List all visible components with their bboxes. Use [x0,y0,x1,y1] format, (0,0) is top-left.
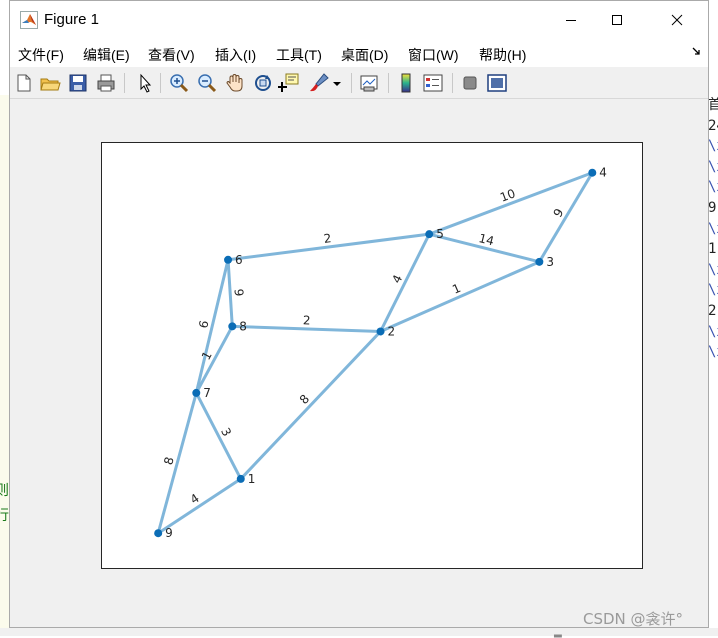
node-label: 4 [599,166,607,180]
background-text-fragment: \x [708,158,718,175]
graph-edge [194,325,234,394]
graph-nodes: 1 2 3 4 5 6 7 8 9 [154,166,607,540]
background-text-fragment: 24 [708,117,718,134]
node-label: 8 [239,319,247,333]
edge-weight-label: 6 [196,319,211,330]
background-text-fragment: 2 [708,302,717,319]
background-bottom-strip [0,628,718,636]
graph-edges [156,171,594,535]
graph-edge [239,330,382,480]
background-text-fragment: 首 [708,97,718,113]
background-text-fragment: \x [708,220,718,237]
graph-node[interactable] [425,230,434,239]
node-label: 3 [546,255,554,269]
background-text-fragment: 1 [708,241,717,258]
graph-plot: 1091424192613884123456789 [154,166,607,540]
edge-weight-label: 2 [323,231,332,246]
background-text-fragment: 9 [708,199,717,216]
node-label: 2 [388,324,396,338]
background-text-fragment: \x [708,323,718,340]
resize-grip-icon[interactable]: ▂ [554,627,562,638]
graph-node[interactable] [535,257,544,266]
graph-node[interactable] [224,255,233,264]
graph-node[interactable] [236,474,245,483]
background-text-fragment: \x [708,261,718,278]
graph-edge [428,171,593,236]
edge-weight-label: 1 [450,281,463,297]
edge-weight-label: 8 [161,455,177,466]
graph-edge [226,259,234,327]
graph-node[interactable] [376,327,385,336]
edge-weight-label: 9 [231,288,245,297]
background-text-fragment: \x [708,179,718,196]
graph-node[interactable] [588,168,597,177]
graph-node[interactable] [192,388,201,397]
background-text-fragment: 则 [0,483,9,499]
background-editor-right: 首 24 \x \x \x 9 \x 1 \x \x 2 \x \x [708,95,718,636]
graph-node[interactable] [154,529,163,538]
edge-weight-label: 2 [303,313,311,327]
node-label: 5 [436,227,444,241]
background-text-fragment: \x [708,138,718,155]
node-label: 1 [248,472,256,486]
graph-node[interactable] [228,322,237,331]
watermark-text: CSDN @衾许° [583,610,684,628]
background-text-fragment: \x [708,282,718,299]
background-command-window-left: 则 行 [0,95,9,636]
graph-edge [538,171,594,263]
graph-edge [379,233,431,333]
node-label: 7 [203,386,211,400]
graph-edge [194,392,243,480]
node-label: 6 [235,253,243,267]
node-label: 9 [165,526,173,540]
background-text-fragment: \x [708,344,718,361]
graph-edge [379,260,540,333]
background-text-fragment: 行 [0,508,9,524]
